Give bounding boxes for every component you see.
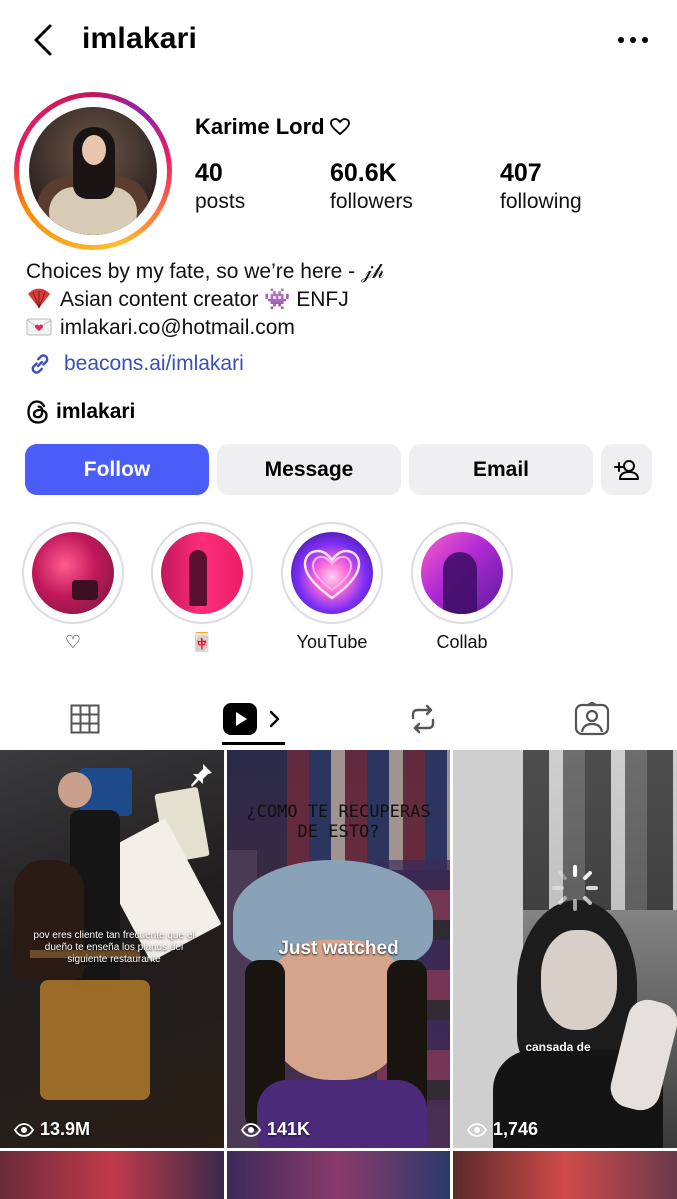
reel-views: 1,746: [467, 1119, 538, 1140]
bio-line: Choices by my fate, so we’re here - 𝒿𝒽: [26, 260, 385, 283]
tab-posts-grid[interactable]: [55, 690, 115, 748]
back-arrow-icon[interactable]: [30, 22, 58, 58]
reels-icon: [223, 703, 257, 735]
followers-stat[interactable]: 60.6K followers: [330, 158, 413, 216]
reel-tile[interactable]: [0, 1151, 224, 1199]
reel-view-count: 141K: [267, 1119, 311, 1139]
highlight-mahjong[interactable]: 🀄: [151, 522, 253, 654]
threads-handle: imlakari: [56, 400, 136, 423]
highlight-heart[interactable]: ♡: [22, 522, 124, 654]
reels-grid: pov eres cliente tan frecuente que el du…: [0, 750, 677, 1199]
eye-icon: [467, 1122, 487, 1137]
profile-username-title: imlakari: [82, 22, 198, 55]
profile-tabs: [0, 690, 677, 748]
followers-label: followers: [330, 190, 413, 213]
posts-count: 40: [195, 159, 223, 187]
highlight-label: Collab: [436, 632, 488, 652]
reel-view-count: 1,746: [493, 1119, 539, 1139]
highlight-cover: [161, 532, 243, 614]
highlight-label: ♡: [64, 632, 82, 652]
following-label: following: [500, 190, 582, 213]
top-bar: imlakari: [0, 0, 677, 80]
threads-icon: [27, 400, 48, 424]
bio-line-email: imlakari.co@hotmail.com: [26, 314, 295, 342]
highlight-collab[interactable]: Collab: [411, 522, 513, 654]
tagged-person-icon: [574, 702, 610, 736]
bio-line-text: Asian content creator 👾 ENFJ: [60, 288, 349, 311]
highlight-cover: [32, 532, 114, 614]
bio-line-creator: Asian content creator 👾 ENFJ: [26, 286, 349, 314]
loading-spinner-icon: [552, 865, 598, 911]
highlight-cover: [291, 532, 373, 614]
love-letter-icon: [26, 318, 52, 336]
highlight-cover: [421, 532, 503, 614]
highlight-youtube[interactable]: YouTube: [281, 522, 383, 654]
tab-reels[interactable]: [222, 690, 302, 748]
message-button[interactable]: Message: [217, 444, 401, 495]
reel-tile[interactable]: ¿COMO TE RECUPERAS DE ESTO? Just watched…: [227, 750, 450, 1148]
suggested-users-button[interactable]: [601, 444, 652, 495]
add-user-icon: [613, 459, 639, 480]
followers-count: 60.6K: [330, 159, 397, 187]
bio-email-text: imlakari.co@hotmail.com: [60, 316, 295, 339]
folding-fan-icon: [28, 288, 50, 309]
chevron-right-icon: [269, 710, 280, 728]
repost-icon: [411, 704, 435, 734]
reel-tile[interactable]: pov eres cliente tan frecuente que el du…: [0, 750, 224, 1148]
link-icon: [31, 354, 49, 374]
tab-reposts[interactable]: [393, 690, 453, 748]
display-name: Karime Lord: [195, 114, 325, 139]
eye-icon: [241, 1122, 261, 1137]
reel-tile[interactable]: [227, 1151, 450, 1199]
reel-caption: pov eres cliente tan frecuente que el du…: [33, 930, 195, 965]
posts-label: posts: [195, 190, 246, 213]
pinned-icon: [191, 764, 212, 787]
reel-caption: cansada de: [525, 1040, 591, 1054]
following-stat[interactable]: 407 following: [500, 158, 582, 216]
active-tab-indicator: [222, 742, 285, 745]
reel-views: 141K: [241, 1119, 310, 1140]
just-watched-label: Just watched: [278, 938, 399, 959]
follow-button[interactable]: Follow: [25, 444, 209, 495]
tab-tagged[interactable]: [562, 690, 622, 748]
grid-icon: [70, 704, 100, 734]
reel-tile[interactable]: [453, 1151, 677, 1199]
highlight-label: YouTube: [296, 632, 368, 652]
more-options-icon[interactable]: [616, 30, 650, 50]
eye-icon: [14, 1122, 34, 1137]
reel-tile[interactable]: cansada de 1,746: [453, 750, 677, 1148]
reel-overlay-title: ¿COMO TE RECUPERAS DE ESTO?: [246, 802, 431, 842]
avatar: [29, 107, 157, 235]
profile-link-text[interactable]: beacons.ai/imlakari: [64, 350, 244, 378]
highlight-label: 🀄: [190, 632, 214, 652]
posts-stat: 40 posts: [195, 158, 245, 216]
email-button[interactable]: Email: [409, 444, 593, 495]
heart-icon: [330, 118, 350, 136]
avatar-story-ring[interactable]: [14, 92, 172, 250]
reel-view-count: 13.9M: [40, 1119, 91, 1139]
reel-views: 13.9M: [14, 1119, 90, 1140]
following-count: 407: [500, 159, 542, 187]
